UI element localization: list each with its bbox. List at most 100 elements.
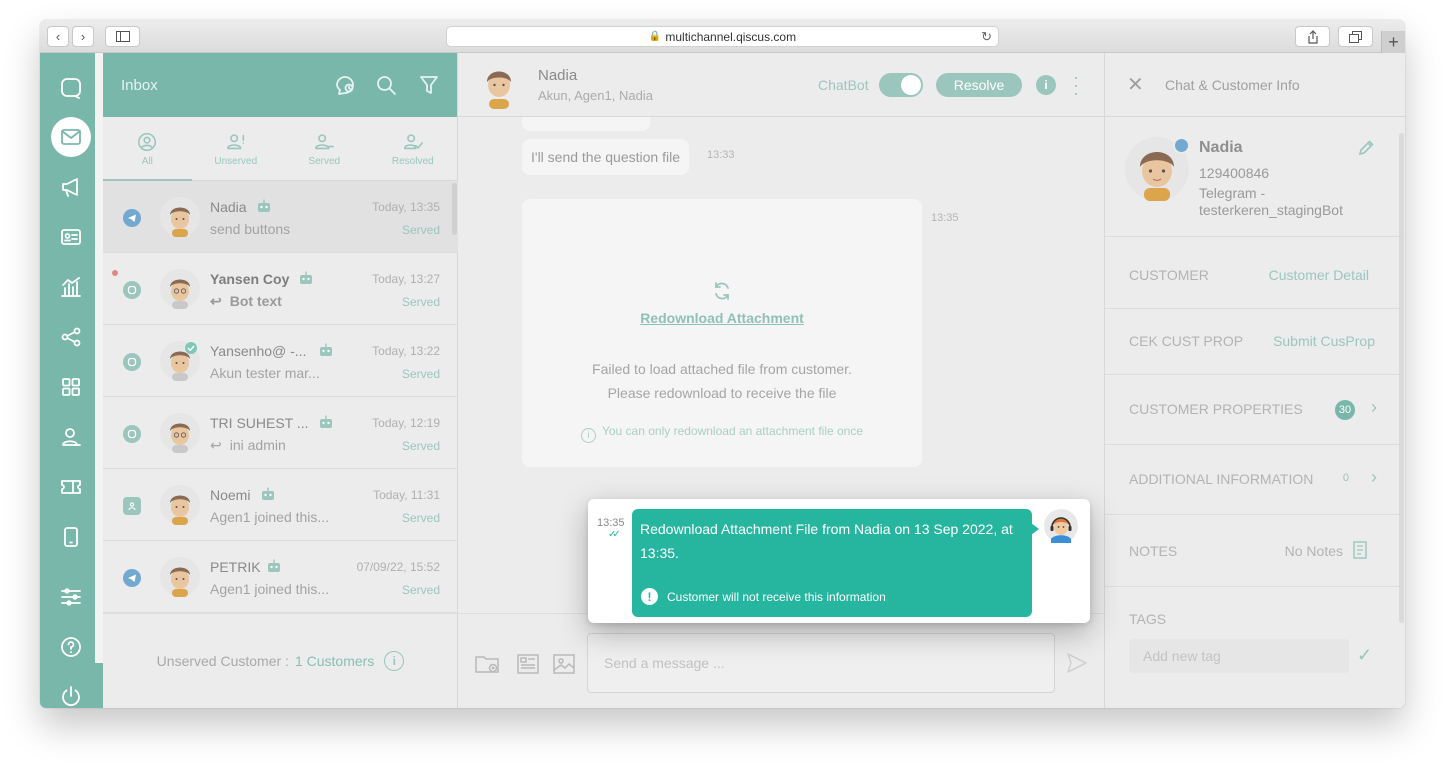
avatar	[487, 71, 511, 109]
unserved-count-link[interactable]: 1 Customers	[295, 653, 374, 669]
rail-tickets[interactable]	[51, 467, 91, 507]
image-icon[interactable]	[552, 654, 576, 674]
conversation-item[interactable]: TRI SUHEST ... Today, 12:19 ↩ ini admin S…	[103, 397, 458, 469]
conversation-status: Served	[401, 367, 440, 381]
conversation-item[interactable]: Noemi Today, 11:31 Agen1 joined this... …	[103, 469, 458, 541]
notes-row: NOTES No Notes	[1105, 515, 1399, 587]
share-icon	[1307, 29, 1318, 44]
check-icon[interactable]: ✓	[1357, 645, 1372, 666]
rail-inbox[interactable]	[51, 117, 91, 157]
message-bubble: I'll send the question file	[522, 139, 689, 175]
bot-icon	[268, 559, 280, 572]
tab-served[interactable]: Served	[280, 117, 369, 180]
conversation-item[interactable]: Yansenho@ -... Today, 13:22 Akun tester …	[103, 325, 458, 397]
resolve-button[interactable]: Resolve	[936, 73, 1022, 97]
chat-filter-icon[interactable]	[333, 73, 357, 97]
reload-icon[interactable]: ↻	[981, 29, 992, 45]
chat-participants: Akun, Agen1, Nadia	[538, 88, 653, 103]
rail-broadcast[interactable]	[51, 167, 91, 207]
rail-mobile[interactable]	[51, 517, 91, 557]
close-icon[interactable]: ✕	[1127, 75, 1144, 95]
custom-channel-icon	[123, 497, 141, 515]
rail-settings[interactable]	[51, 577, 91, 617]
properties-count-badge: 30	[1335, 400, 1355, 420]
tags-label: TAGS	[1129, 611, 1167, 627]
share-button[interactable]	[1295, 26, 1330, 47]
customer-detail-link[interactable]: Customer Detail	[1269, 267, 1369, 283]
template-icon[interactable]	[516, 654, 540, 674]
submit-cusprop-link[interactable]: Submit CusProp	[1273, 333, 1375, 349]
conversation-status: Served	[401, 511, 440, 525]
chevron-right-icon[interactable]: ›	[1371, 397, 1377, 418]
customer-properties-row[interactable]: CUSTOMER PROPERTIES 30 ›	[1105, 375, 1399, 445]
customer-profile: Nadia 129400846 Telegram - testerkeren_s…	[1105, 117, 1405, 237]
popup-time: 13:35	[597, 517, 625, 529]
megaphone-icon	[62, 178, 78, 197]
send-icon[interactable]	[1066, 652, 1088, 674]
info-icon[interactable]: i	[384, 651, 405, 671]
qiscus-icon	[123, 281, 141, 299]
agent-icon	[62, 428, 81, 446]
rail-analytics[interactable]	[51, 267, 91, 307]
address-bar[interactable]: 🔒 multichannel.qiscus.com ↻	[446, 26, 999, 47]
conversation-item[interactable]: Yansen Coy Today, 13:27 ↩ Bot text Served	[103, 253, 458, 325]
info-panel-scrollbar[interactable]	[1399, 133, 1404, 623]
tab-resolved[interactable]: Resolved	[369, 117, 458, 180]
tab-all[interactable]: All	[103, 117, 192, 181]
url-text: multichannel.qiscus.com	[665, 29, 797, 44]
telegram-icon	[123, 209, 141, 227]
redownload-note: i You can only redownload an attachment f…	[522, 424, 922, 443]
notes-icon[interactable]	[1353, 541, 1367, 559]
tab-unserved[interactable]: Unserved	[192, 117, 281, 180]
chevron-right-icon[interactable]: ›	[1371, 467, 1377, 488]
rail-help[interactable]	[51, 627, 91, 667]
chatbot-toggle[interactable]	[879, 73, 923, 97]
folder-icon[interactable]	[475, 654, 499, 674]
conversation-preview: send buttons	[210, 221, 291, 237]
additional-information-row[interactable]: ADDITIONAL INFORMATION 0 ›	[1105, 445, 1399, 515]
grid-icon	[62, 378, 80, 396]
inbox-scrollbar[interactable]	[452, 183, 457, 235]
rail-apps[interactable]	[51, 367, 91, 407]
rail-contacts[interactable]	[51, 217, 91, 257]
filter-icon[interactable]	[417, 73, 441, 97]
bot-icon	[320, 343, 332, 356]
forward-button[interactable]: ›	[72, 26, 94, 47]
message-input[interactable]	[587, 633, 1055, 693]
conversation-preview: ↩ ini admin	[210, 437, 286, 453]
conversation-item[interactable]: PETRIK 07/09/22, 15:52 Agen1 joined this…	[103, 541, 458, 613]
more-options-icon[interactable]: · · ·	[1070, 68, 1082, 102]
row-label: CUSTOMER PROPERTIES	[1129, 401, 1303, 417]
rail-integrations[interactable]	[51, 317, 91, 357]
rail-logout[interactable]	[51, 676, 91, 708]
sidebar-toggle-button[interactable]	[105, 26, 140, 47]
customer-channel-line1: Telegram -	[1199, 185, 1266, 201]
refresh-icon[interactable]	[712, 281, 732, 301]
share-nodes-icon	[61, 327, 81, 347]
lock-icon: 🔒	[648, 31, 662, 42]
popup-bubble: Redownload Attachment File from Nadia on…	[632, 509, 1039, 617]
unread-indicator	[112, 270, 118, 276]
conversation-time: Today, 11:31	[373, 488, 440, 502]
conversation-item[interactable]: Nadia Today, 13:35 send buttons Served	[103, 181, 458, 253]
info-icon[interactable]: i	[1036, 75, 1056, 95]
bot-icon	[320, 415, 332, 428]
back-button[interactable]: ‹	[47, 26, 69, 47]
search-icon[interactable]	[374, 73, 398, 97]
edit-pencil-icon[interactable]	[1357, 139, 1375, 157]
add-tag-input[interactable]	[1129, 639, 1349, 673]
app-root: Inbox All Unserved Served Resolved Nadia…	[40, 53, 1405, 708]
chat-bubble-icon	[61, 78, 81, 99]
plus-icon: +	[1388, 31, 1399, 52]
rail-home[interactable]	[51, 68, 91, 108]
rail-agents[interactable]	[51, 417, 91, 457]
composer	[458, 613, 1104, 708]
new-tab-button[interactable]: +	[1381, 31, 1405, 53]
redownload-attachment-link[interactable]: Redownload Attachment	[522, 310, 922, 326]
tab-label: Unserved	[214, 155, 258, 167]
tabs-overview-button[interactable]	[1338, 26, 1373, 47]
conversation-status: Served	[401, 583, 440, 597]
row-label: CEK CUST PROP	[1129, 333, 1244, 349]
inbox-title: Inbox	[121, 76, 158, 94]
fail-text-line2: Please redownload to receive the file	[607, 385, 837, 401]
